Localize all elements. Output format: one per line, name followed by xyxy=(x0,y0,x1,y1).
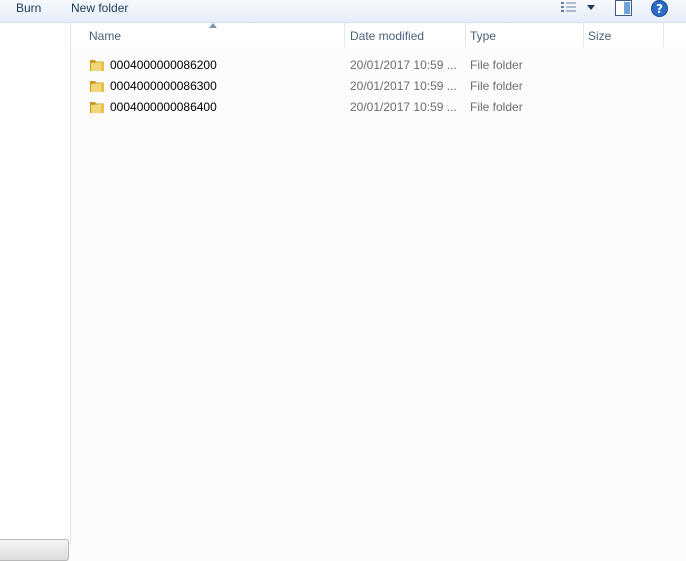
folder-icon xyxy=(90,60,104,71)
column-type[interactable]: Type xyxy=(466,23,584,47)
details-view-icon[interactable] xyxy=(560,1,578,15)
column-date-modified[interactable]: Date modified xyxy=(346,23,466,47)
preview-pane-icon[interactable] xyxy=(615,0,632,16)
svg-text:?: ? xyxy=(656,2,663,16)
file-row[interactable]: 0004000000086300 20/01/2017 10:59 ... Fi… xyxy=(86,77,666,97)
dropdown-arrow-icon[interactable] xyxy=(586,4,596,12)
column-header: Name Date modified Type Size xyxy=(71,23,686,47)
file-row[interactable]: 0004000000086200 20/01/2017 10:59 ... Fi… xyxy=(86,56,666,76)
folder-icon xyxy=(90,81,104,92)
new-folder-button[interactable]: New folder xyxy=(69,0,130,17)
file-date-modified: 20/01/2017 10:59 ... xyxy=(350,79,457,93)
file-type: File folder xyxy=(470,58,523,72)
file-type: File folder xyxy=(470,100,523,114)
navigation-pane xyxy=(0,23,71,561)
command-bar: Burn New folder ? xyxy=(0,0,686,23)
folder-icon xyxy=(90,102,104,113)
file-name: 0004000000086200 xyxy=(110,58,217,72)
help-icon[interactable]: ? xyxy=(651,0,668,17)
burn-button[interactable]: Burn xyxy=(14,0,43,17)
file-date-modified: 20/01/2017 10:59 ... xyxy=(350,100,457,114)
file-row[interactable]: 0004000000086400 20/01/2017 10:59 ... Fi… xyxy=(86,98,666,118)
file-name: 0004000000086300 xyxy=(110,79,217,93)
column-name[interactable]: Name xyxy=(85,23,345,47)
column-size[interactable]: Size xyxy=(584,23,664,47)
file-name: 0004000000086400 xyxy=(110,100,217,114)
file-type: File folder xyxy=(470,79,523,93)
navigation-pane-scrollbar[interactable] xyxy=(0,539,69,561)
file-date-modified: 20/01/2017 10:59 ... xyxy=(350,58,457,72)
